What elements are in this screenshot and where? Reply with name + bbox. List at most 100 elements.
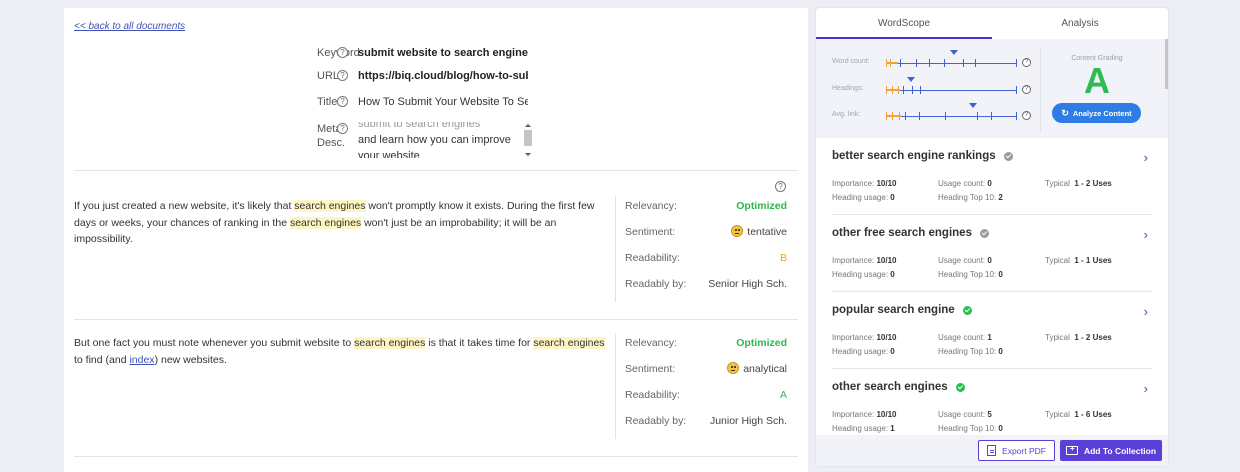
readably-label: Readably by: bbox=[625, 278, 687, 290]
scroll-thumb[interactable] bbox=[524, 130, 532, 146]
avg-link-marker bbox=[969, 103, 977, 108]
meta-desc-textarea[interactable]: submit to search engines and learn how y… bbox=[358, 122, 533, 158]
check-icon bbox=[979, 228, 989, 238]
keyword-list: better search engine rankings › Importan… bbox=[816, 138, 1168, 435]
meta-desc-label: Meta Desc.? bbox=[317, 122, 348, 150]
readability-label: Readability: bbox=[625, 389, 680, 401]
url-label: URL? bbox=[317, 69, 348, 83]
panel-tabs: WordScope Analysis bbox=[816, 8, 1168, 39]
word-count-marker bbox=[950, 50, 958, 55]
refresh-icon: ↻ bbox=[1061, 107, 1069, 118]
analyze-content-button[interactable]: ↻ Analyze Content bbox=[1052, 103, 1141, 123]
meta-desc-row: Meta Desc.? submit to search engines and … bbox=[317, 122, 533, 158]
readability-value: B bbox=[779, 252, 787, 264]
keyword-item[interactable]: popular search engine › Importance: 10/1… bbox=[832, 292, 1152, 369]
headings-slider: Headings: ? bbox=[832, 77, 1037, 97]
chevron-right-icon[interactable]: › bbox=[1144, 304, 1148, 319]
chevron-right-icon[interactable]: › bbox=[1144, 381, 1148, 396]
title-label: Title? bbox=[317, 95, 348, 109]
tab-analysis[interactable]: Analysis bbox=[992, 8, 1168, 39]
usage-stat: Usage count: 5 bbox=[938, 410, 992, 419]
panel-scrollbar[interactable] bbox=[1165, 39, 1168, 89]
help-icon[interactable]: ? bbox=[337, 96, 348, 107]
avg-link-label: Avg. link: bbox=[832, 111, 861, 118]
url-row: URL? https://biq.cloud/blog/how-to-submi… bbox=[317, 69, 528, 83]
wordscope-summary: Word count: ? Headings: ? Avg. link: ? C… bbox=[816, 39, 1168, 138]
keyword-title: other search engines bbox=[832, 381, 948, 393]
help-icon[interactable]: ? bbox=[1022, 58, 1031, 67]
keyword-highlight: search engines bbox=[354, 337, 426, 349]
paragraph-2[interactable]: But one fact you must note whenever you … bbox=[74, 335, 609, 368]
help-icon[interactable]: ? bbox=[1022, 85, 1031, 94]
paragraph-text: ) new websites. bbox=[154, 353, 227, 366]
headings-label: Headings: bbox=[832, 85, 864, 92]
paragraph-text: is that it takes time for bbox=[425, 337, 534, 349]
typical-stat: Typical 1 - 2 Uses bbox=[1045, 333, 1112, 342]
scroll-down-icon[interactable] bbox=[525, 153, 531, 156]
keyword-highlight: search engines bbox=[533, 337, 605, 349]
keyword-title: other free search engines bbox=[832, 227, 972, 239]
divider bbox=[74, 456, 798, 457]
help-icon[interactable]: ? bbox=[775, 181, 786, 192]
importance-stat: Importance: 10/10 bbox=[832, 179, 897, 188]
chevron-right-icon[interactable]: › bbox=[1144, 227, 1148, 242]
keyword-item[interactable]: better search engine rankings › Importan… bbox=[832, 138, 1152, 215]
folder-add-icon bbox=[1065, 444, 1078, 455]
document-icon bbox=[987, 445, 997, 456]
keyword-title: popular search engine bbox=[832, 304, 955, 316]
url-value[interactable]: https://biq.cloud/blog/how-to-submit-web… bbox=[358, 69, 528, 83]
help-icon[interactable]: ? bbox=[337, 123, 348, 134]
relevancy-label: Relevancy: bbox=[625, 200, 677, 212]
help-icon[interactable]: ? bbox=[1022, 111, 1031, 120]
analyze-content-label: Analyze Content bbox=[1072, 108, 1132, 118]
help-icon[interactable]: ? bbox=[337, 47, 348, 58]
wordscope-panel: WordScope Analysis Word count: ? Heading… bbox=[816, 8, 1168, 466]
sentiment-row: Sentiment: analytical bbox=[625, 362, 787, 376]
keyword-highlight: search engines bbox=[294, 200, 366, 212]
sentiment-label: Sentiment: bbox=[625, 363, 676, 375]
readability-row: Readability: B bbox=[625, 251, 787, 265]
heading-top10-stat: Heading Top 10: 0 bbox=[938, 424, 1003, 433]
keyword-item[interactable]: other free search engines › Importance: … bbox=[832, 215, 1152, 292]
check-icon bbox=[955, 382, 965, 392]
sentiment-value: tentative bbox=[731, 225, 787, 239]
divider bbox=[615, 196, 616, 302]
heading-top10-stat: Heading Top 10: 0 bbox=[938, 347, 1003, 356]
readability-row: Readability: A bbox=[625, 388, 787, 402]
headings-marker bbox=[907, 77, 915, 82]
meta-desc-scrollbar[interactable] bbox=[523, 122, 533, 158]
help-icon[interactable]: ? bbox=[337, 70, 348, 81]
tab-wordscope[interactable]: WordScope bbox=[816, 8, 992, 39]
heading-usage-stat: Heading usage: 0 bbox=[832, 270, 895, 279]
title-row: Title? How To Submit Your Website To Sea… bbox=[317, 95, 528, 109]
scroll-up-icon[interactable] bbox=[525, 124, 531, 127]
word-count-label: Word count: bbox=[832, 58, 870, 65]
paragraph-1[interactable]: If you just created a new website, it's … bbox=[74, 198, 609, 248]
keyword-value[interactable]: submit website to search engines bbox=[358, 46, 528, 60]
title-value[interactable]: How To Submit Your Website To Search Eng… bbox=[358, 95, 528, 109]
relevancy-value: Optimized bbox=[736, 200, 787, 212]
usage-stat: Usage count: 0 bbox=[938, 256, 992, 265]
typical-stat: Typical 1 - 6 Uses bbox=[1045, 410, 1112, 419]
relevancy-row: Relevancy: Optimized bbox=[625, 199, 787, 213]
inline-link[interactable]: index bbox=[129, 354, 154, 366]
export-pdf-button[interactable]: Export PDF bbox=[978, 440, 1055, 461]
divider bbox=[74, 170, 798, 171]
content-grade: A bbox=[1084, 60, 1110, 101]
readably-value: Senior High Sch. bbox=[708, 278, 787, 290]
divider bbox=[615, 333, 616, 439]
readably-row: Readably by: Junior High Sch. bbox=[625, 414, 787, 428]
add-to-collection-button[interactable]: Add To Collection bbox=[1060, 440, 1162, 461]
check-icon bbox=[962, 305, 972, 315]
usage-stat: Usage count: 0 bbox=[938, 179, 992, 188]
export-pdf-label: Export PDF bbox=[1002, 445, 1046, 456]
readably-value: Junior High Sch. bbox=[709, 415, 787, 427]
keyword-highlight: search engines bbox=[289, 216, 362, 229]
usage-stat: Usage count: 1 bbox=[938, 333, 992, 342]
importance-stat: Importance: 10/10 bbox=[832, 410, 897, 419]
paragraph-text: But one fact you must note whenever you … bbox=[74, 337, 355, 349]
chevron-right-icon[interactable]: › bbox=[1144, 150, 1148, 165]
back-to-documents-link[interactable]: << back to all documents bbox=[74, 21, 185, 32]
keyword-item[interactable]: other search engines › Importance: 10/10… bbox=[832, 369, 1152, 435]
heading-top10-stat: Heading Top 10: 2 bbox=[938, 193, 1003, 202]
